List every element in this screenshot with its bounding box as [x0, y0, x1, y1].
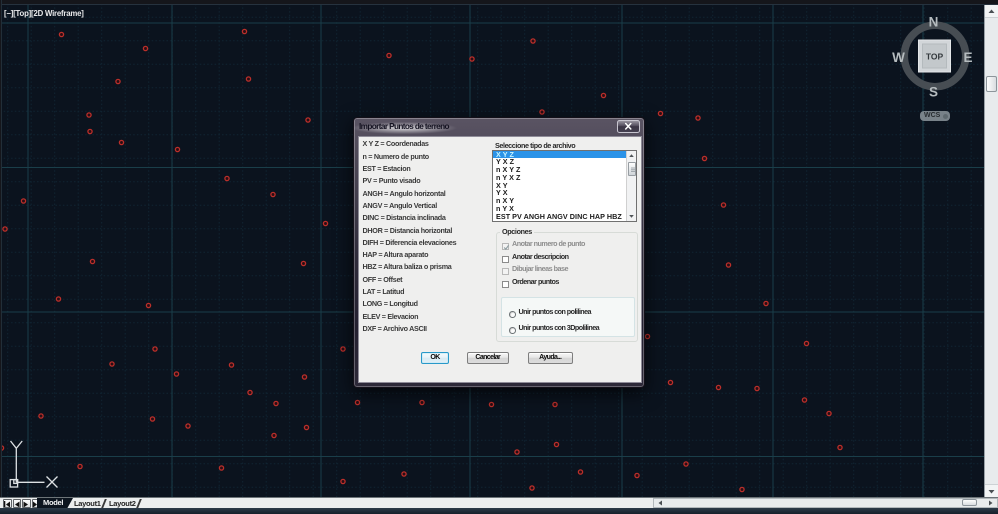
svg-text:W: W: [892, 50, 905, 65]
svg-text:S: S: [929, 85, 938, 100]
svg-text:TOP: TOP: [926, 52, 944, 62]
svg-text:E: E: [963, 50, 972, 65]
svg-text:N: N: [929, 16, 939, 30]
